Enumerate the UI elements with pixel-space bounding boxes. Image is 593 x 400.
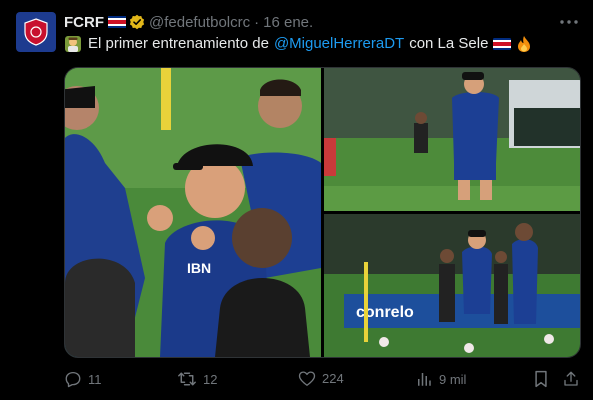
costa-rica-flag-icon xyxy=(108,16,126,28)
coach-emoji-icon xyxy=(64,35,82,53)
reply-count: 11 xyxy=(88,371,102,387)
tweet-time[interactable]: 16 ene. xyxy=(263,14,313,31)
coach-training-players-photo[interactable]: conrelo xyxy=(324,214,580,357)
costa-rica-flag-emoji-icon xyxy=(493,38,512,50)
coach-walking-field-photo[interactable] xyxy=(324,68,580,211)
bookmark-button[interactable] xyxy=(533,370,549,388)
more-options-icon[interactable] xyxy=(559,12,579,32)
reply-icon xyxy=(65,371,81,388)
repost-button[interactable]: 12 xyxy=(177,370,217,388)
like-count: 224 xyxy=(322,371,344,386)
author-handle[interactable]: @fedefutbolcrc xyxy=(149,14,250,31)
views-chart-icon xyxy=(418,373,431,386)
bookmark-icon xyxy=(535,370,547,388)
avatar[interactable] xyxy=(16,12,56,52)
author-name[interactable]: FCRF xyxy=(64,14,104,31)
tweet-header: FCRF @fedefutbolcrc · 16 ene. xyxy=(64,12,313,32)
media-grid: IBN conrelo xyxy=(64,67,581,358)
heart-icon xyxy=(298,371,316,386)
fcrf-crest-icon xyxy=(24,18,48,46)
tweet-actions: 11 12 224 9 mil xyxy=(64,370,581,390)
fire-emoji-icon xyxy=(515,35,533,53)
repost-icon xyxy=(178,372,196,386)
text-after-mention: con La Sele xyxy=(409,35,489,52)
sponsor-logo-text: IBN xyxy=(187,260,211,276)
separator-dot: · xyxy=(254,13,260,31)
text-before-mention: El primer entrenamiento de xyxy=(88,35,269,52)
reply-button[interactable]: 11 xyxy=(64,370,102,388)
like-button[interactable]: 224 xyxy=(298,370,344,387)
views-count: 9 mil xyxy=(439,371,467,387)
mention-link[interactable]: @MiguelHerreraDT xyxy=(274,34,404,54)
views-button[interactable]: 9 mil xyxy=(415,370,466,388)
repost-count: 12 xyxy=(203,371,218,387)
verified-gold-icon xyxy=(129,14,145,30)
tweet-text: El primer entrenamiento de @MiguelHerrer… xyxy=(64,34,533,54)
share-icon xyxy=(564,371,578,386)
coach-talking-photo[interactable]: IBN xyxy=(65,68,321,357)
share-button[interactable] xyxy=(562,370,580,388)
